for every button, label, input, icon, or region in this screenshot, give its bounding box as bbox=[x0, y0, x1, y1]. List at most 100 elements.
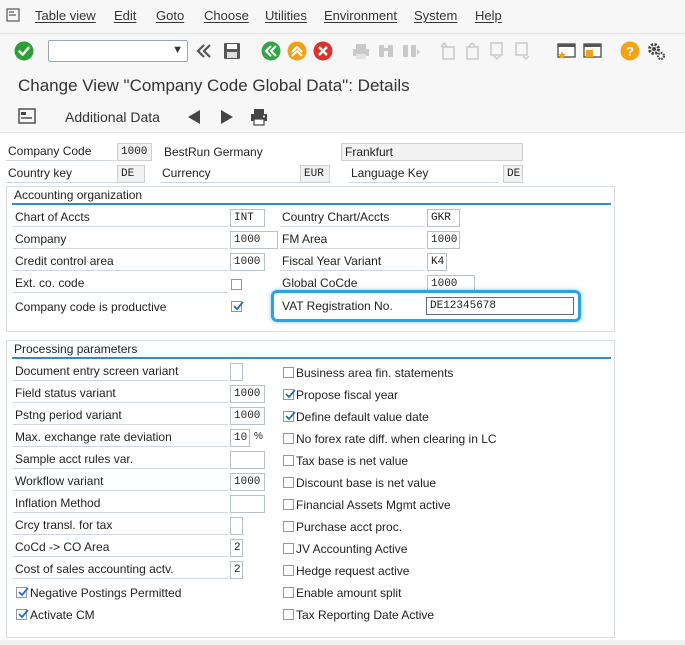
activate-cm-checkbox[interactable] bbox=[16, 609, 29, 620]
chevron-down-icon[interactable]: ▼ bbox=[172, 44, 183, 56]
ext-co-code-checkbox[interactable] bbox=[231, 279, 242, 290]
shortcut-icon[interactable] bbox=[583, 41, 603, 61]
param-label: CoCd -> CO Area bbox=[13, 539, 228, 557]
param-label: Pstng period variant bbox=[13, 407, 228, 425]
menu-goto[interactable]: Goto bbox=[156, 8, 184, 23]
option-checkbox[interactable] bbox=[283, 587, 294, 598]
param-field[interactable] bbox=[230, 495, 265, 513]
fiscal-year-variant-label: Fiscal Year Variant bbox=[280, 253, 425, 271]
option-checkbox[interactable] bbox=[283, 455, 294, 466]
param-label: Max. exchange rate deviation bbox=[13, 429, 228, 447]
param-label: Workflow variant bbox=[13, 473, 228, 491]
next-page-icon bbox=[490, 42, 503, 61]
exit-icon[interactable] bbox=[287, 41, 307, 61]
menu-utilities[interactable]: Utilities bbox=[265, 8, 307, 23]
option-checkbox[interactable] bbox=[283, 433, 294, 444]
fm-area-field[interactable]: 1000 bbox=[427, 231, 460, 249]
help-icon[interactable]: ? bbox=[620, 41, 640, 61]
double-left-icon[interactable] bbox=[194, 41, 214, 61]
negative-postings-checkbox[interactable] bbox=[16, 587, 29, 598]
next-entry-icon[interactable] bbox=[219, 108, 235, 126]
activate-cm-label: Activate CM bbox=[30, 608, 95, 622]
option-checkbox[interactable] bbox=[283, 411, 296, 422]
back-icon[interactable] bbox=[261, 41, 281, 61]
productive-checkbox[interactable] bbox=[231, 301, 244, 312]
status-strip bbox=[0, 640, 685, 645]
country-key-label: Country key bbox=[6, 165, 116, 183]
productive-label: Company code is productive bbox=[15, 300, 167, 314]
param-label: Field status variant bbox=[13, 385, 228, 403]
checkmark-icon bbox=[285, 389, 296, 399]
param-field[interactable] bbox=[230, 363, 243, 381]
menu-choose[interactable]: Choose bbox=[204, 8, 249, 23]
country-chart-field[interactable]: GKR bbox=[427, 209, 460, 227]
option-label: Financial Assets Mgmt active bbox=[296, 498, 451, 512]
svg-text:?: ? bbox=[626, 44, 634, 59]
vat-registration-field[interactable]: DE12345678 bbox=[426, 297, 574, 315]
option-label: JV Accounting Active bbox=[296, 542, 408, 556]
param-label: Crcy transl. for tax bbox=[13, 517, 228, 535]
command-field[interactable]: ▼ bbox=[48, 40, 188, 62]
fm-area-label: FM Area bbox=[280, 231, 425, 249]
option-checkbox[interactable] bbox=[283, 543, 294, 554]
param-field[interactable]: 1000 bbox=[230, 385, 265, 403]
green-check-icon[interactable] bbox=[14, 41, 34, 61]
param-field[interactable]: 1000 bbox=[230, 473, 265, 491]
param-field[interactable] bbox=[230, 451, 265, 469]
negative-postings-label: Negative Postings Permitted bbox=[30, 586, 182, 600]
previous-entry-icon[interactable] bbox=[186, 108, 202, 126]
company-name: BestRun Germany bbox=[164, 145, 263, 159]
details-icon[interactable] bbox=[18, 108, 36, 124]
param-label: Sample acct rules var. bbox=[13, 451, 228, 469]
option-checkbox[interactable] bbox=[283, 521, 294, 532]
param-field[interactable]: 2 bbox=[230, 561, 243, 579]
additional-data-button[interactable]: Additional Data bbox=[65, 109, 160, 125]
option-checkbox[interactable] bbox=[283, 609, 294, 620]
company-code-label: Company Code bbox=[6, 143, 116, 161]
option-label: Define default value date bbox=[296, 410, 429, 424]
chart-of-accts-label: Chart of Accts bbox=[13, 209, 228, 227]
last-page-icon bbox=[515, 42, 530, 61]
ext-co-code-label: Ext. co. code bbox=[13, 275, 228, 293]
option-checkbox[interactable] bbox=[283, 565, 294, 576]
option-checkbox[interactable] bbox=[283, 499, 294, 510]
param-field[interactable]: 10 bbox=[230, 429, 250, 447]
save-icon[interactable] bbox=[222, 41, 242, 61]
option-label: Hedge request active bbox=[296, 564, 410, 578]
option-label: Business area fin. statements bbox=[296, 366, 454, 380]
param-field[interactable]: 2 bbox=[230, 539, 243, 557]
fiscal-year-variant-field[interactable]: K4 bbox=[427, 253, 447, 271]
country-chart-label: Country Chart/Accts bbox=[280, 209, 425, 227]
param-field[interactable] bbox=[230, 517, 243, 535]
menu-edit[interactable]: Edit bbox=[114, 8, 136, 23]
first-page-icon bbox=[440, 41, 455, 60]
option-checkbox[interactable] bbox=[283, 367, 294, 378]
checkmark-icon bbox=[18, 587, 29, 597]
company-field[interactable]: 1000 bbox=[230, 231, 278, 249]
option-checkbox[interactable] bbox=[283, 389, 296, 400]
percent-unit: % bbox=[254, 431, 263, 442]
cancel-icon[interactable] bbox=[313, 41, 333, 61]
credit-control-area-field[interactable]: 1000 bbox=[230, 253, 265, 271]
find-icon bbox=[379, 45, 393, 57]
print-icon[interactable] bbox=[249, 107, 269, 127]
find-next-icon bbox=[403, 45, 420, 57]
menu-table-view[interactable]: Table view bbox=[35, 8, 96, 23]
checkmark-icon bbox=[285, 411, 296, 421]
option-label: Tax Reporting Date Active bbox=[296, 608, 435, 622]
menu-help[interactable]: Help bbox=[475, 8, 502, 23]
customize-layout-icon[interactable] bbox=[646, 41, 666, 61]
chart-of-accts-field[interactable]: INT bbox=[230, 209, 265, 227]
menu-environment[interactable]: Environment bbox=[324, 8, 397, 23]
menu-icon[interactable] bbox=[6, 8, 20, 22]
country-key-field: DE bbox=[117, 165, 145, 183]
menu-system[interactable]: System bbox=[414, 8, 457, 23]
create-session-icon[interactable] bbox=[557, 41, 577, 61]
param-field[interactable]: 1000 bbox=[230, 407, 265, 425]
print-icon bbox=[353, 44, 369, 59]
option-checkbox[interactable] bbox=[283, 477, 294, 488]
company-label: Company bbox=[13, 231, 228, 249]
group-divider bbox=[12, 357, 611, 359]
vat-registration-label: VAT Registration No. bbox=[282, 299, 393, 313]
language-key-label: Language Key bbox=[349, 165, 499, 183]
